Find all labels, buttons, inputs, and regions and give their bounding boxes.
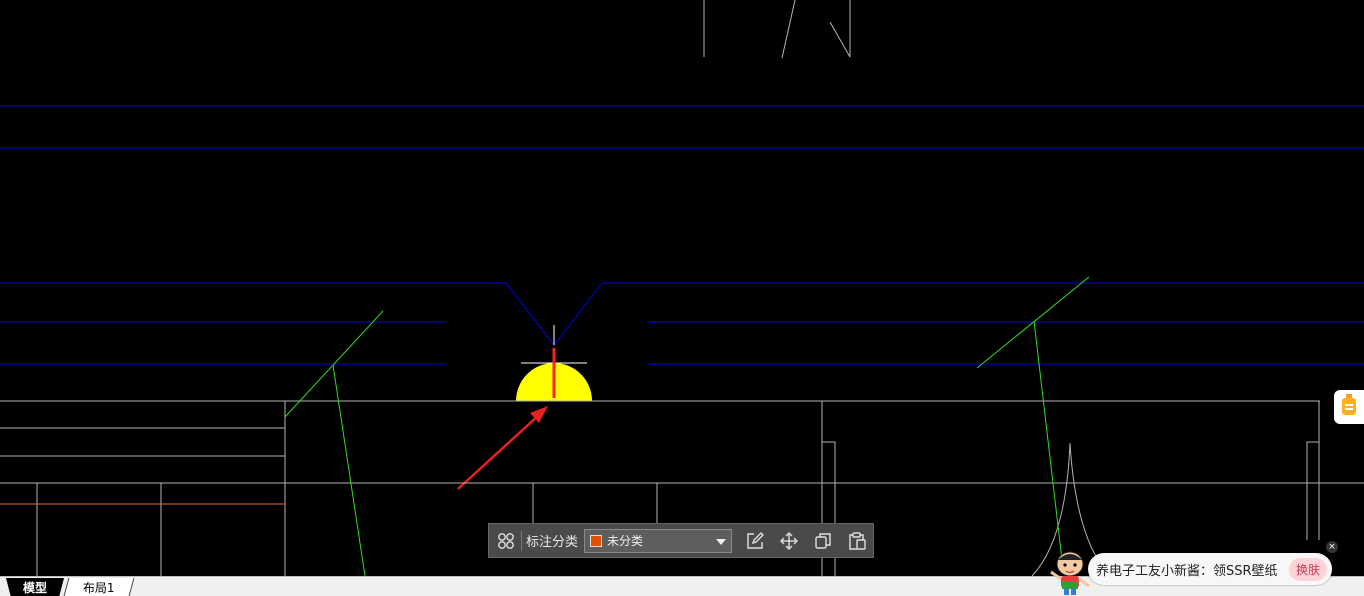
move-icon[interactable] [778, 530, 800, 552]
paste-icon[interactable] [846, 530, 868, 552]
tab-layout1-label: 布局1 [83, 580, 115, 595]
annotation-toolbar: 标注分类 未分类 [488, 523, 874, 558]
blue-lines [0, 105, 1364, 365]
toolbar-divider [521, 530, 522, 551]
mascot-avatar [1050, 551, 1090, 595]
promo-widget[interactable]: 养电子工友小新酱：领SSR壁纸 换肤 [1088, 553, 1332, 585]
promo-text: 养电子工友小新酱：领SSR壁纸 [1096, 563, 1278, 579]
chevron-down-icon [716, 531, 727, 550]
annotation-category-label: 标注分类 [526, 535, 579, 550]
red-arrow-annotation [457, 406, 548, 490]
tab-model-label: 模型 [22, 580, 47, 595]
edit-icon[interactable] [744, 530, 766, 552]
bottle-icon [1341, 394, 1357, 420]
category-color-swatch [590, 534, 603, 547]
tab-model[interactable]: 模型 [6, 578, 64, 596]
grid-icon[interactable] [495, 530, 517, 552]
category-dropdown[interactable]: 未分类 [584, 528, 733, 553]
side-widget-button[interactable] [1334, 390, 1364, 424]
cad-drawing-canvas[interactable] [0, 0, 1364, 576]
copy-icon[interactable] [812, 530, 834, 552]
tab-layout1[interactable]: 布局1 [63, 578, 135, 596]
skin-change-button[interactable]: 换肤 [1288, 557, 1327, 581]
close-icon[interactable]: × [1326, 541, 1338, 553]
category-value: 未分类 [607, 534, 644, 548]
top-lines [703, 0, 851, 59]
